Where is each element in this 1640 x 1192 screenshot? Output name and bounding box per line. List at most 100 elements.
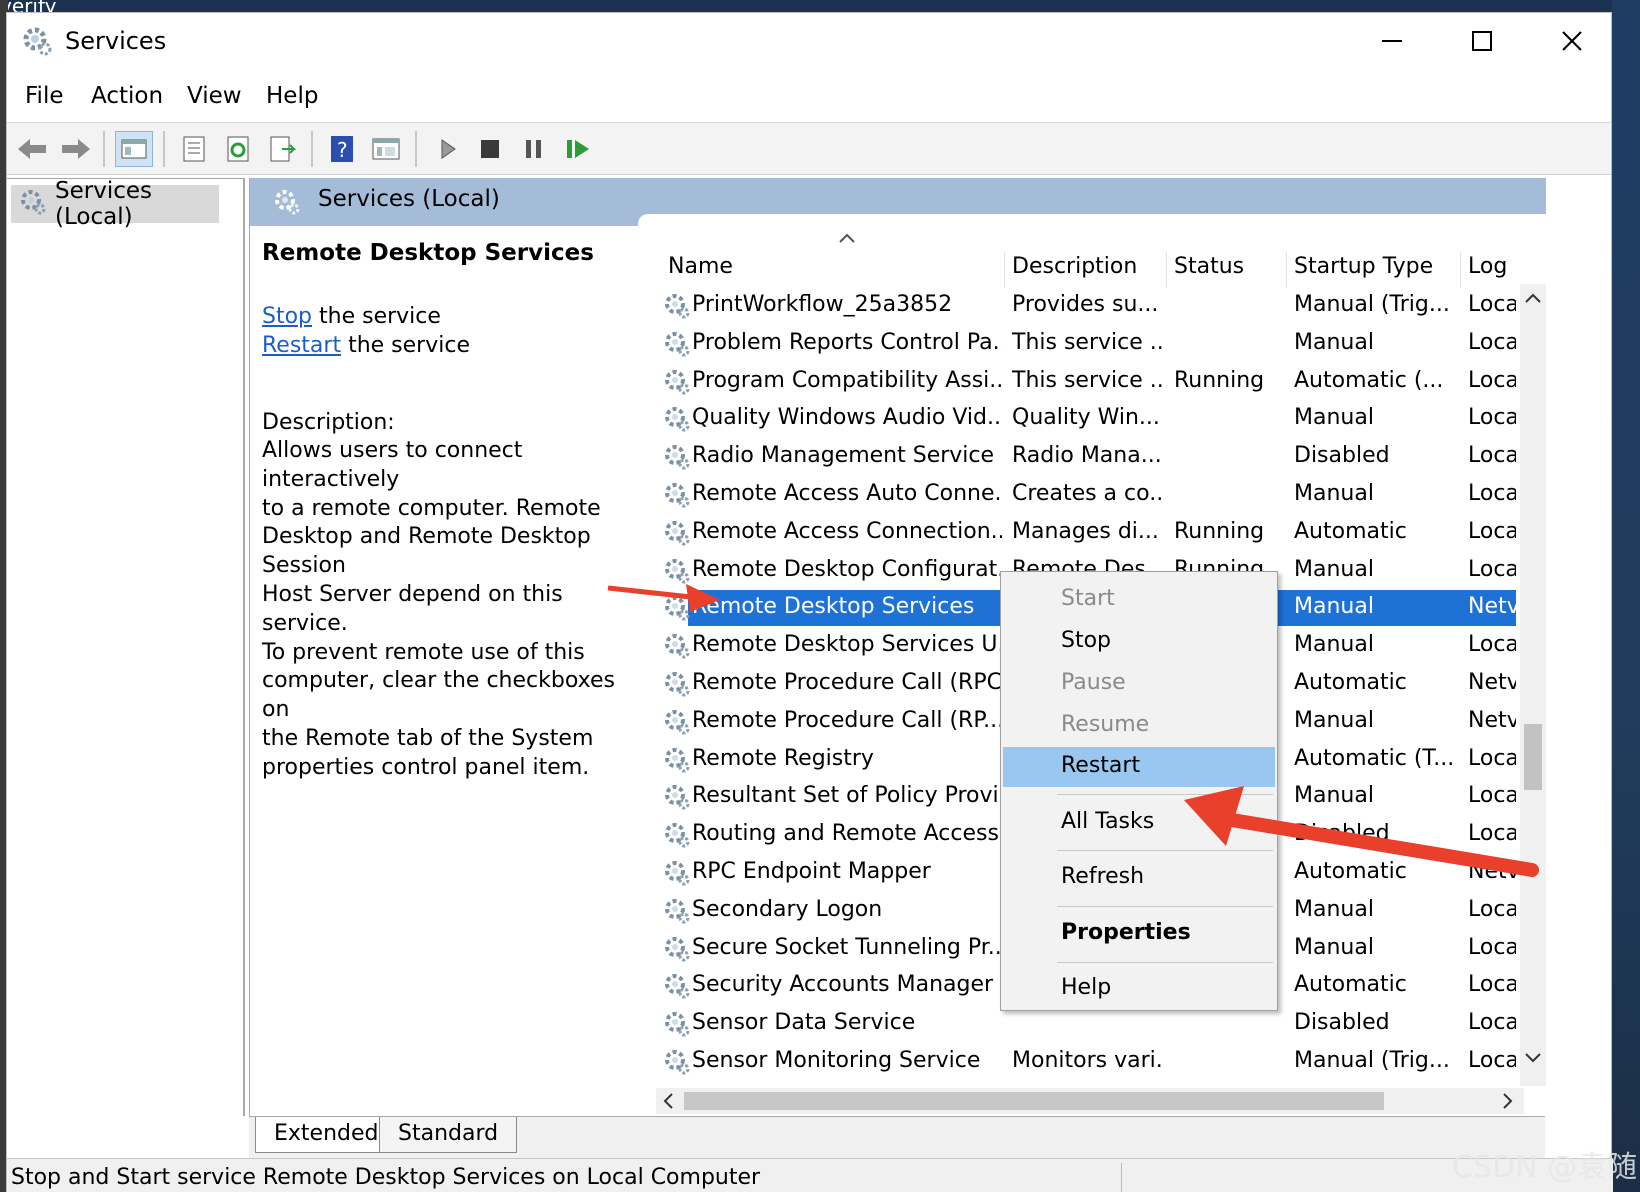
cell-name: Remote Procedure Call (RP...: [692, 707, 1002, 733]
menu-item-start[interactable]: Start: [1001, 580, 1277, 620]
cell-startup: Manual: [1294, 481, 1374, 506]
table-row[interactable]: Sensor Monitoring Service Monitors vari..…: [656, 1044, 1516, 1080]
cell-log: Loca: [1468, 821, 1516, 847]
table-row[interactable]: Program Compatibility Assi... This servic…: [656, 364, 1516, 400]
console-tree-icon[interactable]: [115, 131, 153, 167]
maximize-button[interactable]: [1437, 13, 1527, 69]
table-row[interactable]: Problem Reports Control Pa... This servic…: [656, 326, 1516, 362]
menu-file[interactable]: File: [25, 83, 64, 109]
cell-name: Remote Procedure Call (RPC): [692, 670, 1002, 695]
cell-description: This service ...: [1012, 329, 1162, 355]
restart-link-suffix: the service: [341, 333, 470, 358]
description-line: the Remote tab of the System: [262, 725, 594, 751]
menu-item-refresh[interactable]: Refresh: [1001, 858, 1277, 898]
column-header-status[interactable]: Status: [1174, 226, 1284, 284]
cell-log: Loca: [1468, 367, 1516, 393]
vertical-scroll-thumb[interactable]: [1524, 724, 1542, 790]
cell-startup: Manual: [1294, 556, 1374, 582]
tab-extended[interactable]: Extended: [255, 1117, 398, 1153]
scroll-down-icon: [1525, 1053, 1541, 1063]
restart-link[interactable]: Restart: [262, 333, 341, 358]
menu-item-restart[interactable]: Restart: [1003, 747, 1275, 787]
cell-name: Routing and Remote Access: [692, 821, 999, 847]
cell-startup: Manual: [1294, 405, 1374, 431]
status-bar: Stop and Start service Remote Desktop Se…: [7, 1158, 1613, 1192]
cell-description: Manages di...: [1012, 518, 1159, 544]
start-service-icon[interactable]: [429, 131, 467, 167]
refresh-icon[interactable]: [219, 131, 257, 167]
cell-name: Remote Registry: [692, 745, 874, 771]
description-line: Host Server depend on this service.: [262, 581, 563, 636]
cell-name: Remote Access Connection...: [692, 518, 1002, 544]
gear-icon: [665, 709, 690, 735]
table-row[interactable]: Remote Access Connection... Manages di...…: [656, 515, 1516, 551]
pause-service-icon[interactable]: [515, 131, 553, 167]
context-menu: Start Stop Pause Resume Restart All Task…: [1000, 571, 1278, 1011]
table-row[interactable]: Quality Windows Audio Vid... Quality Win.…: [656, 401, 1516, 437]
column-header-name[interactable]: Name: [668, 226, 1004, 284]
menu-item-help[interactable]: Help: [1001, 969, 1277, 1009]
stop-service-icon[interactable]: [471, 131, 509, 167]
cell-name: Remote Desktop Configurat...: [692, 556, 1002, 582]
export-list-icon[interactable]: [263, 131, 301, 167]
column-header-log-on-as[interactable]: Log: [1468, 226, 1518, 284]
services-pane: Services (Local) Remote Desktop Services…: [249, 178, 1546, 1116]
cell-status: Running: [1174, 367, 1265, 393]
window-title: Services: [65, 27, 167, 55]
menu-help[interactable]: Help: [266, 83, 318, 109]
table-row[interactable]: Remote Access Auto Conne... Creates a co.…: [656, 477, 1516, 513]
menu-item-all-tasks[interactable]: All Tasks ›: [1001, 803, 1277, 843]
forward-arrow-icon[interactable]: [57, 131, 95, 167]
menu-item-pause[interactable]: Pause: [1001, 664, 1277, 704]
cell-startup: Automatic (...: [1294, 367, 1444, 393]
scroll-right-icon: [1503, 1093, 1513, 1109]
table-row[interactable]: Radio Management Service Radio Mana... Dis…: [656, 439, 1516, 475]
horizontal-scroll-thumb[interactable]: [684, 1092, 1384, 1110]
gear-icon: [665, 634, 690, 659]
column-header-description[interactable]: Description: [1012, 226, 1160, 284]
table-row[interactable]: PrintWorkflow_25a3852 Provides su... Manua…: [656, 288, 1516, 324]
cell-log: Loca: [1468, 292, 1516, 317]
cell-description: Creates a co...: [1012, 481, 1162, 506]
gear-icon: [665, 936, 690, 962]
description-line: computer, clear the checkboxes on: [262, 668, 615, 723]
description-line: To prevent remote use of this: [262, 639, 585, 665]
menu-item-properties[interactable]: Properties: [1001, 914, 1277, 954]
cell-log: Loca: [1468, 329, 1516, 355]
horizontal-scrollbar[interactable]: [656, 1088, 1524, 1114]
tab-standard[interactable]: Standard: [379, 1117, 518, 1153]
stop-link[interactable]: Stop: [262, 304, 312, 329]
scroll-left-icon: [663, 1093, 673, 1109]
service-description-panel: Remote Desktop Services Stop the service…: [262, 240, 646, 783]
toolbar: ?: [7, 123, 1611, 175]
menu-item-resume[interactable]: Resume: [1001, 706, 1277, 746]
menu-item-stop[interactable]: Stop: [1001, 622, 1277, 662]
tree-item-services-local[interactable]: Services (Local): [11, 178, 219, 230]
title-bar[interactable]: Services: [7, 13, 1611, 73]
cell-startup: Automatic: [1294, 518, 1407, 544]
cell-name: Secondary Logon: [692, 896, 883, 922]
close-button[interactable]: [1527, 13, 1617, 69]
column-header-startup-type[interactable]: Startup Type: [1294, 226, 1454, 284]
mmc-view-icon[interactable]: [367, 131, 405, 167]
cell-name: Problem Reports Control Pa...: [692, 329, 1002, 355]
gear-icon: [665, 898, 690, 924]
cell-log: Loca: [1468, 745, 1516, 771]
cell-startup: Automatic: [1294, 972, 1407, 998]
properties-icon[interactable]: [175, 131, 213, 167]
watermark: CSDN @袁随: [1452, 1150, 1638, 1185]
minimize-button[interactable]: [1347, 13, 1437, 69]
menu-view[interactable]: View: [187, 83, 242, 109]
back-arrow-icon[interactable]: [13, 131, 51, 167]
scroll-up-icon: [1525, 293, 1541, 303]
gear-icon: [665, 747, 690, 773]
help-icon[interactable]: ?: [323, 131, 361, 167]
gear-icon: [665, 785, 690, 810]
vertical-scrollbar[interactable]: [1520, 284, 1546, 1086]
resume-service-icon[interactable]: [559, 131, 597, 167]
table-row[interactable]: Sensor Data Service Disabled Loca: [656, 1006, 1516, 1042]
menu-action[interactable]: Action: [91, 83, 163, 109]
gear-icon: [665, 407, 690, 432]
gear-icon: [665, 823, 690, 848]
gear-icon: [21, 25, 53, 61]
